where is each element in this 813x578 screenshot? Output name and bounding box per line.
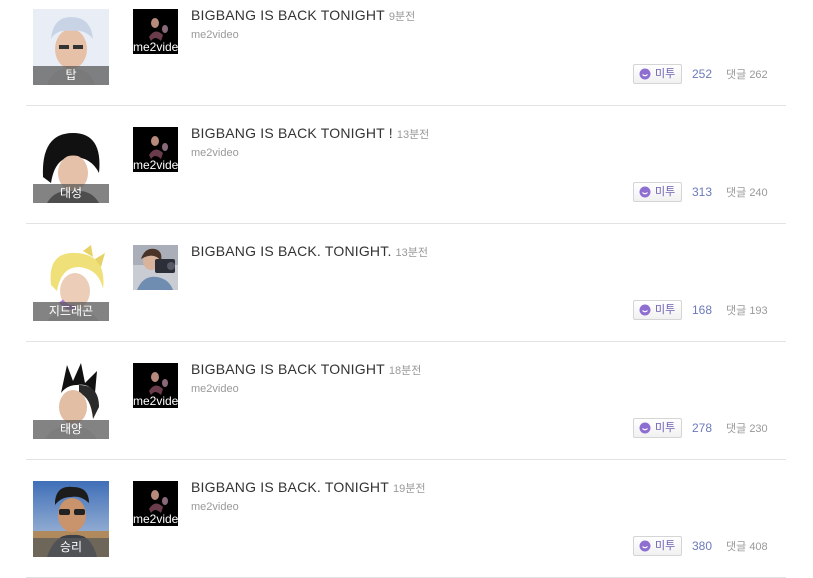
author-avatar[interactable]: 탑 <box>33 9 109 85</box>
comment-count: 262 <box>749 69 768 81</box>
post-source: me2video <box>191 501 239 513</box>
metoo-icon <box>639 540 651 552</box>
metoo-count[interactable]: 278 <box>692 421 712 435</box>
metoo-count[interactable]: 252 <box>692 67 712 81</box>
post-title-text[interactable]: BIGBANG IS BACK TONIGHT <box>191 7 385 23</box>
post-item: 대성 me2vide BIGBANG IS BACK TONIGHT ! 13분전… <box>26 105 786 224</box>
comment-label: 댓글 <box>726 305 747 317</box>
post-source: me2video <box>191 147 239 159</box>
post-time[interactable]: 19분전 <box>393 483 425 495</box>
post-item: 지드래곤 BIGBANG IS BACK. TONIGHT. 13분전 미투 16 <box>26 223 786 342</box>
comment-label: 댓글 <box>726 187 747 199</box>
author-name[interactable]: 태양 <box>33 420 109 439</box>
author-name[interactable]: 지드래곤 <box>33 302 109 321</box>
comment-link[interactable]: 댓글 230 <box>726 420 768 436</box>
metoo-label: 미투 <box>655 68 676 80</box>
metoo-label: 미투 <box>655 186 676 198</box>
metoo-label: 미투 <box>655 540 676 552</box>
post-item: 탑 me2vide BIGBANG IS BACK TONIGHT 9분전 me2… <box>26 0 786 106</box>
video-thumbnail[interactable]: me2vide <box>133 363 178 408</box>
author-name[interactable]: 승리 <box>33 538 109 557</box>
author-avatar[interactable]: 태양 <box>33 363 109 439</box>
comment-link[interactable]: 댓글 262 <box>726 66 768 82</box>
metoo-icon <box>639 68 651 80</box>
metoo-button[interactable]: 미투 <box>633 536 682 556</box>
metoo-count[interactable]: 380 <box>692 539 712 553</box>
post-title-text[interactable]: BIGBANG IS BACK TONIGHT <box>191 361 385 377</box>
post-title-text[interactable]: BIGBANG IS BACK. TONIGHT <box>191 479 389 495</box>
video-thumbnail[interactable]: me2vide <box>133 9 178 54</box>
timeline-feed: 탑 me2vide BIGBANG IS BACK TONIGHT 9분전 me2… <box>0 0 813 578</box>
metoo-icon <box>639 186 651 198</box>
metoo-button[interactable]: 미투 <box>633 418 682 438</box>
post-title-text[interactable]: BIGBANG IS BACK TONIGHT ! <box>191 125 393 141</box>
comment-label: 댓글 <box>726 69 747 81</box>
metoo-button[interactable]: 미투 <box>633 300 682 320</box>
metoo-count[interactable]: 168 <box>692 303 712 317</box>
video-thumbnail[interactable]: me2vide <box>133 481 178 526</box>
post-time[interactable]: 13분전 <box>397 129 429 141</box>
comment-count: 240 <box>749 187 768 199</box>
post-time[interactable]: 9분전 <box>389 11 415 23</box>
author-name[interactable]: 탑 <box>33 66 109 85</box>
author-avatar[interactable]: 대성 <box>33 127 109 203</box>
post-source: me2video <box>191 29 239 41</box>
comment-count: 408 <box>749 541 768 553</box>
video-thumbnail[interactable]: me2vide <box>133 127 178 172</box>
post-title[interactable]: BIGBANG IS BACK TONIGHT 18분전 <box>191 361 421 378</box>
post-item: 승리 me2vide BIGBANG IS BACK. TONIGHT 19분전 … <box>26 459 786 578</box>
photo-thumbnail[interactable] <box>133 245 178 290</box>
photo-thumbnail-icon <box>133 245 178 290</box>
comment-label: 댓글 <box>726 423 747 435</box>
comment-count: 230 <box>749 423 768 435</box>
metoo-label: 미투 <box>655 304 676 316</box>
post-item: 태양 me2vide BIGBANG IS BACK TONIGHT 18분전 m… <box>26 341 786 460</box>
comment-count: 193 <box>749 305 768 317</box>
thumbnail-caption: me2vide <box>133 40 178 54</box>
comment-label: 댓글 <box>726 541 747 553</box>
post-title-text[interactable]: BIGBANG IS BACK. TONIGHT. <box>191 243 392 259</box>
post-source: me2video <box>191 383 239 395</box>
author-avatar[interactable]: 지드래곤 <box>33 245 109 321</box>
metoo-icon <box>639 422 651 434</box>
post-title[interactable]: BIGBANG IS BACK. TONIGHT 19분전 <box>191 479 425 496</box>
thumbnail-caption: me2vide <box>133 512 178 526</box>
metoo-button[interactable]: 미투 <box>633 64 682 84</box>
thumbnail-caption: me2vide <box>133 394 178 408</box>
post-time[interactable]: 13분전 <box>396 247 428 259</box>
thumbnail-caption: me2vide <box>133 158 178 172</box>
metoo-icon <box>639 304 651 316</box>
comment-link[interactable]: 댓글 193 <box>726 302 768 318</box>
comment-link[interactable]: 댓글 240 <box>726 184 768 200</box>
post-title[interactable]: BIGBANG IS BACK. TONIGHT. 13분전 <box>191 243 428 260</box>
metoo-label: 미투 <box>655 422 676 434</box>
metoo-button[interactable]: 미투 <box>633 182 682 202</box>
author-name[interactable]: 대성 <box>33 184 109 203</box>
metoo-count[interactable]: 313 <box>692 185 712 199</box>
post-title[interactable]: BIGBANG IS BACK TONIGHT ! 13분전 <box>191 125 429 142</box>
post-time[interactable]: 18분전 <box>389 365 421 377</box>
comment-link[interactable]: 댓글 408 <box>726 538 768 554</box>
author-avatar[interactable]: 승리 <box>33 481 109 557</box>
post-title[interactable]: BIGBANG IS BACK TONIGHT 9분전 <box>191 7 415 24</box>
